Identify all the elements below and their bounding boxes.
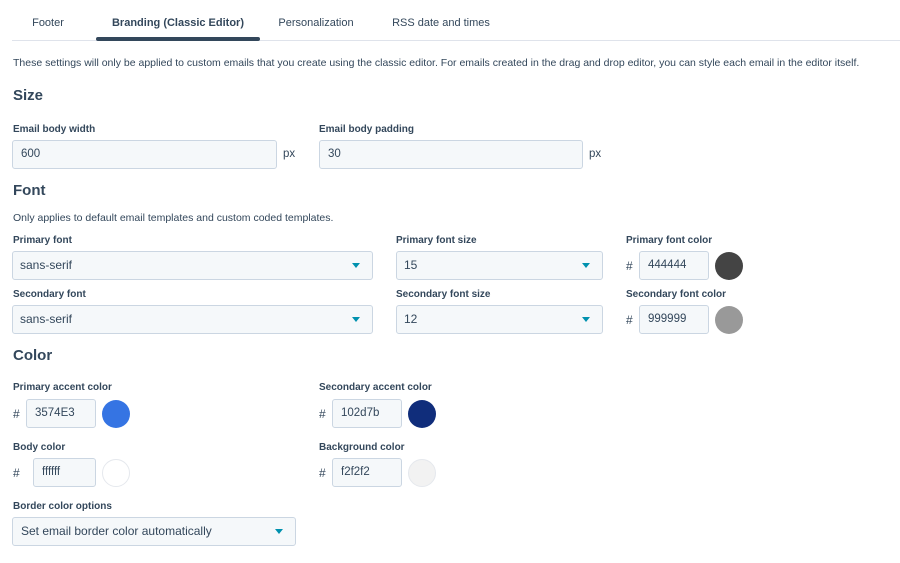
email-body-padding-label: Email body padding — [319, 124, 415, 135]
secondary-accent-color-hash: # — [319, 407, 326, 421]
chevron-down-icon — [275, 529, 283, 534]
secondary-font-size-select[interactable]: 12 — [396, 305, 603, 334]
background-color-swatch[interactable] — [408, 459, 436, 487]
secondary-font-size-label: Secondary font size — [396, 289, 491, 300]
primary-font-size-select[interactable]: 15 — [396, 251, 603, 280]
font-heading: Font — [13, 182, 46, 199]
secondary-font-color-label: Secondary font color — [626, 289, 727, 300]
secondary-font-color-hash: # — [626, 313, 633, 327]
tab-rss-date-and-times[interactable]: RSS date and times — [382, 0, 500, 41]
tab-personalization[interactable]: Personalization — [268, 0, 364, 41]
primary-font-color-swatch[interactable] — [715, 252, 743, 280]
email-body-width-label: Email body width — [13, 124, 96, 135]
tab-footer[interactable]: Footer — [22, 0, 74, 41]
body-color-label: Body color — [13, 442, 66, 453]
primary-font-size-label: Primary font size — [396, 235, 477, 246]
primary-font-size-value: 15 — [404, 258, 418, 272]
secondary-font-label: Secondary font — [13, 289, 86, 300]
settings-tabs: Footer Branding (Classic Editor) Persona… — [12, 0, 900, 41]
body-color-hash: # — [13, 466, 20, 480]
primary-font-label: Primary font — [13, 235, 72, 246]
email-body-padding-input[interactable]: 30 — [319, 140, 583, 169]
secondary-font-size-value: 12 — [404, 312, 418, 326]
background-color-input[interactable]: f2f2f2 — [332, 458, 402, 487]
background-color-hash: # — [319, 466, 326, 480]
chevron-down-icon — [352, 263, 360, 268]
border-color-options-value: Set email border color automatically — [21, 524, 212, 538]
email-body-padding-unit: px — [589, 148, 602, 160]
active-tab-indicator — [96, 37, 260, 41]
secondary-font-select[interactable]: sans-serif — [12, 305, 373, 334]
secondary-font-color-swatch[interactable] — [715, 306, 743, 334]
size-heading: Size — [13, 87, 44, 104]
background-color-label: Background color — [319, 442, 405, 453]
email-body-width-unit: px — [283, 148, 296, 160]
font-note: Only applies to default email templates … — [13, 212, 334, 224]
primary-font-color-label: Primary font color — [626, 235, 713, 246]
secondary-accent-color-swatch[interactable] — [408, 400, 436, 428]
primary-font-color-hash: # — [626, 259, 633, 273]
secondary-font-color-input[interactable]: 999999 — [639, 305, 709, 334]
border-color-options-label: Border color options — [13, 501, 112, 512]
body-color-input[interactable]: ffffff — [33, 458, 96, 487]
primary-accent-color-input[interactable]: 3574E3 — [26, 399, 96, 428]
body-color-swatch[interactable] — [102, 459, 130, 487]
email-body-width-input[interactable]: 600 — [12, 140, 277, 169]
secondary-accent-color-input[interactable]: 102d7b — [332, 399, 402, 428]
chevron-down-icon — [352, 317, 360, 322]
primary-font-value: sans-serif — [20, 258, 73, 272]
primary-accent-color-label: Primary accent color — [13, 382, 112, 393]
tab-branding-classic-editor[interactable]: Branding (Classic Editor) — [96, 0, 260, 41]
chevron-down-icon — [582, 317, 590, 322]
secondary-font-value: sans-serif — [20, 312, 73, 326]
chevron-down-icon — [582, 263, 590, 268]
border-color-options-select[interactable]: Set email border color automatically — [12, 517, 296, 546]
primary-accent-color-swatch[interactable] — [102, 400, 130, 428]
classic-editor-note: These settings will only be applied to c… — [13, 57, 860, 69]
primary-font-color-input[interactable]: 444444 — [639, 251, 709, 280]
branding-settings-page: Footer Branding (Classic Editor) Persona… — [0, 0, 900, 563]
primary-font-select[interactable]: sans-serif — [12, 251, 373, 280]
secondary-accent-color-label: Secondary accent color — [319, 382, 432, 393]
color-heading: Color — [13, 347, 53, 364]
primary-accent-color-hash: # — [13, 407, 20, 421]
